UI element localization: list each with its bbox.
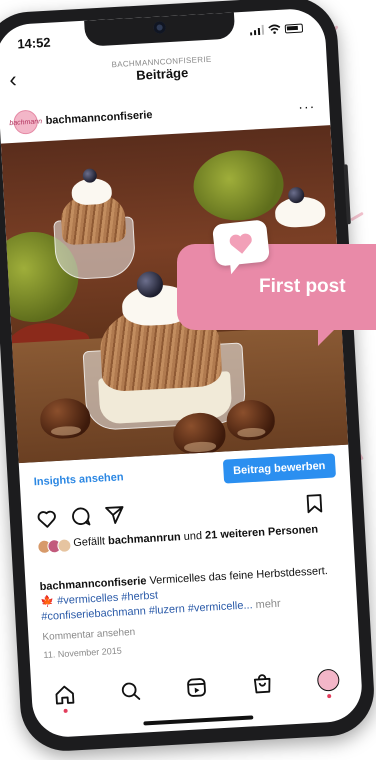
- heart-icon-glyph: [229, 233, 252, 254]
- avatar[interactable]: bachmann: [9, 109, 42, 135]
- post-caption: bachmannconfiserie Vermicelles das feine…: [39, 563, 343, 624]
- battery-icon: [284, 23, 304, 34]
- comments-link[interactable]: Kommentar ansehen: [42, 627, 135, 643]
- notification-dot: [327, 694, 332, 699]
- home-icon-glyph: [55, 685, 75, 705]
- home-icon[interactable]: [53, 683, 76, 713]
- likes-middle: und: [180, 529, 206, 544]
- profile-avatar[interactable]: [316, 668, 340, 699]
- caption-text: Vermicelles das feine Herbstdessert.: [146, 565, 329, 588]
- likes-prefix: Gefällt: [72, 535, 109, 550]
- insights-link[interactable]: Insights ansehen: [33, 471, 123, 488]
- tab-bar: [31, 658, 363, 716]
- chestnut-burr: [191, 147, 286, 223]
- maple-leaf-icon: 🍁: [40, 595, 55, 608]
- liker-avatar: [57, 538, 72, 554]
- heart-icon[interactable]: [35, 507, 58, 530]
- profile-avatar-image: [316, 668, 340, 692]
- likes-user[interactable]: bachmannrun: [108, 531, 181, 547]
- more-horizontal-icon[interactable]: ···: [298, 98, 316, 115]
- nav-header: ‹ BACHMANNCONFISERIE Beiträge: [0, 45, 328, 99]
- phone-screen: 14:52 ‹ BACHMANNCONFISERIE Beiträge bach…: [0, 7, 364, 739]
- likes-count[interactable]: 21 weiteren Personen: [205, 523, 319, 541]
- avatar-logo-text: bachmann: [9, 117, 43, 127]
- camera-icon: [153, 21, 166, 34]
- signal-icon: [250, 24, 265, 36]
- wifi-icon: [268, 24, 281, 34]
- first-post-badge: First post: [177, 244, 376, 346]
- first-post-label: First post: [259, 276, 346, 297]
- chevron-left-icon[interactable]: ‹: [9, 67, 18, 92]
- comment-icon[interactable]: [69, 505, 92, 528]
- shop-icon-glyph: [253, 674, 271, 694]
- phone-frame: 14:52 ‹ BACHMANNCONFISERIE Beiträge bach…: [0, 0, 376, 754]
- search-icon[interactable]: [119, 680, 142, 703]
- promote-button[interactable]: Beitrag bewerben: [222, 453, 337, 484]
- heart-bubble-icon: [211, 219, 271, 267]
- shop-icon[interactable]: [251, 672, 274, 695]
- share-icon[interactable]: [103, 503, 126, 526]
- status-time: 14:52: [16, 34, 51, 51]
- bookmark-icon[interactable]: [303, 492, 326, 515]
- side-button: [343, 164, 351, 225]
- reels-icon-glyph: [187, 678, 206, 697]
- post-date: 11. November 2015: [43, 645, 123, 660]
- search-icon-glyph: [121, 682, 141, 700]
- liker-avatars: [37, 538, 72, 555]
- reels-icon[interactable]: [185, 676, 208, 699]
- phone-mockup: 14:52 ‹ BACHMANNCONFISERIE Beiträge bach…: [0, 0, 376, 760]
- post-username[interactable]: bachmannconfiserie: [45, 101, 298, 127]
- home-indicator: [143, 715, 254, 726]
- notification-dot: [63, 708, 68, 713]
- status-icons: [250, 23, 304, 36]
- caption-more-link[interactable]: mehr: [252, 597, 281, 611]
